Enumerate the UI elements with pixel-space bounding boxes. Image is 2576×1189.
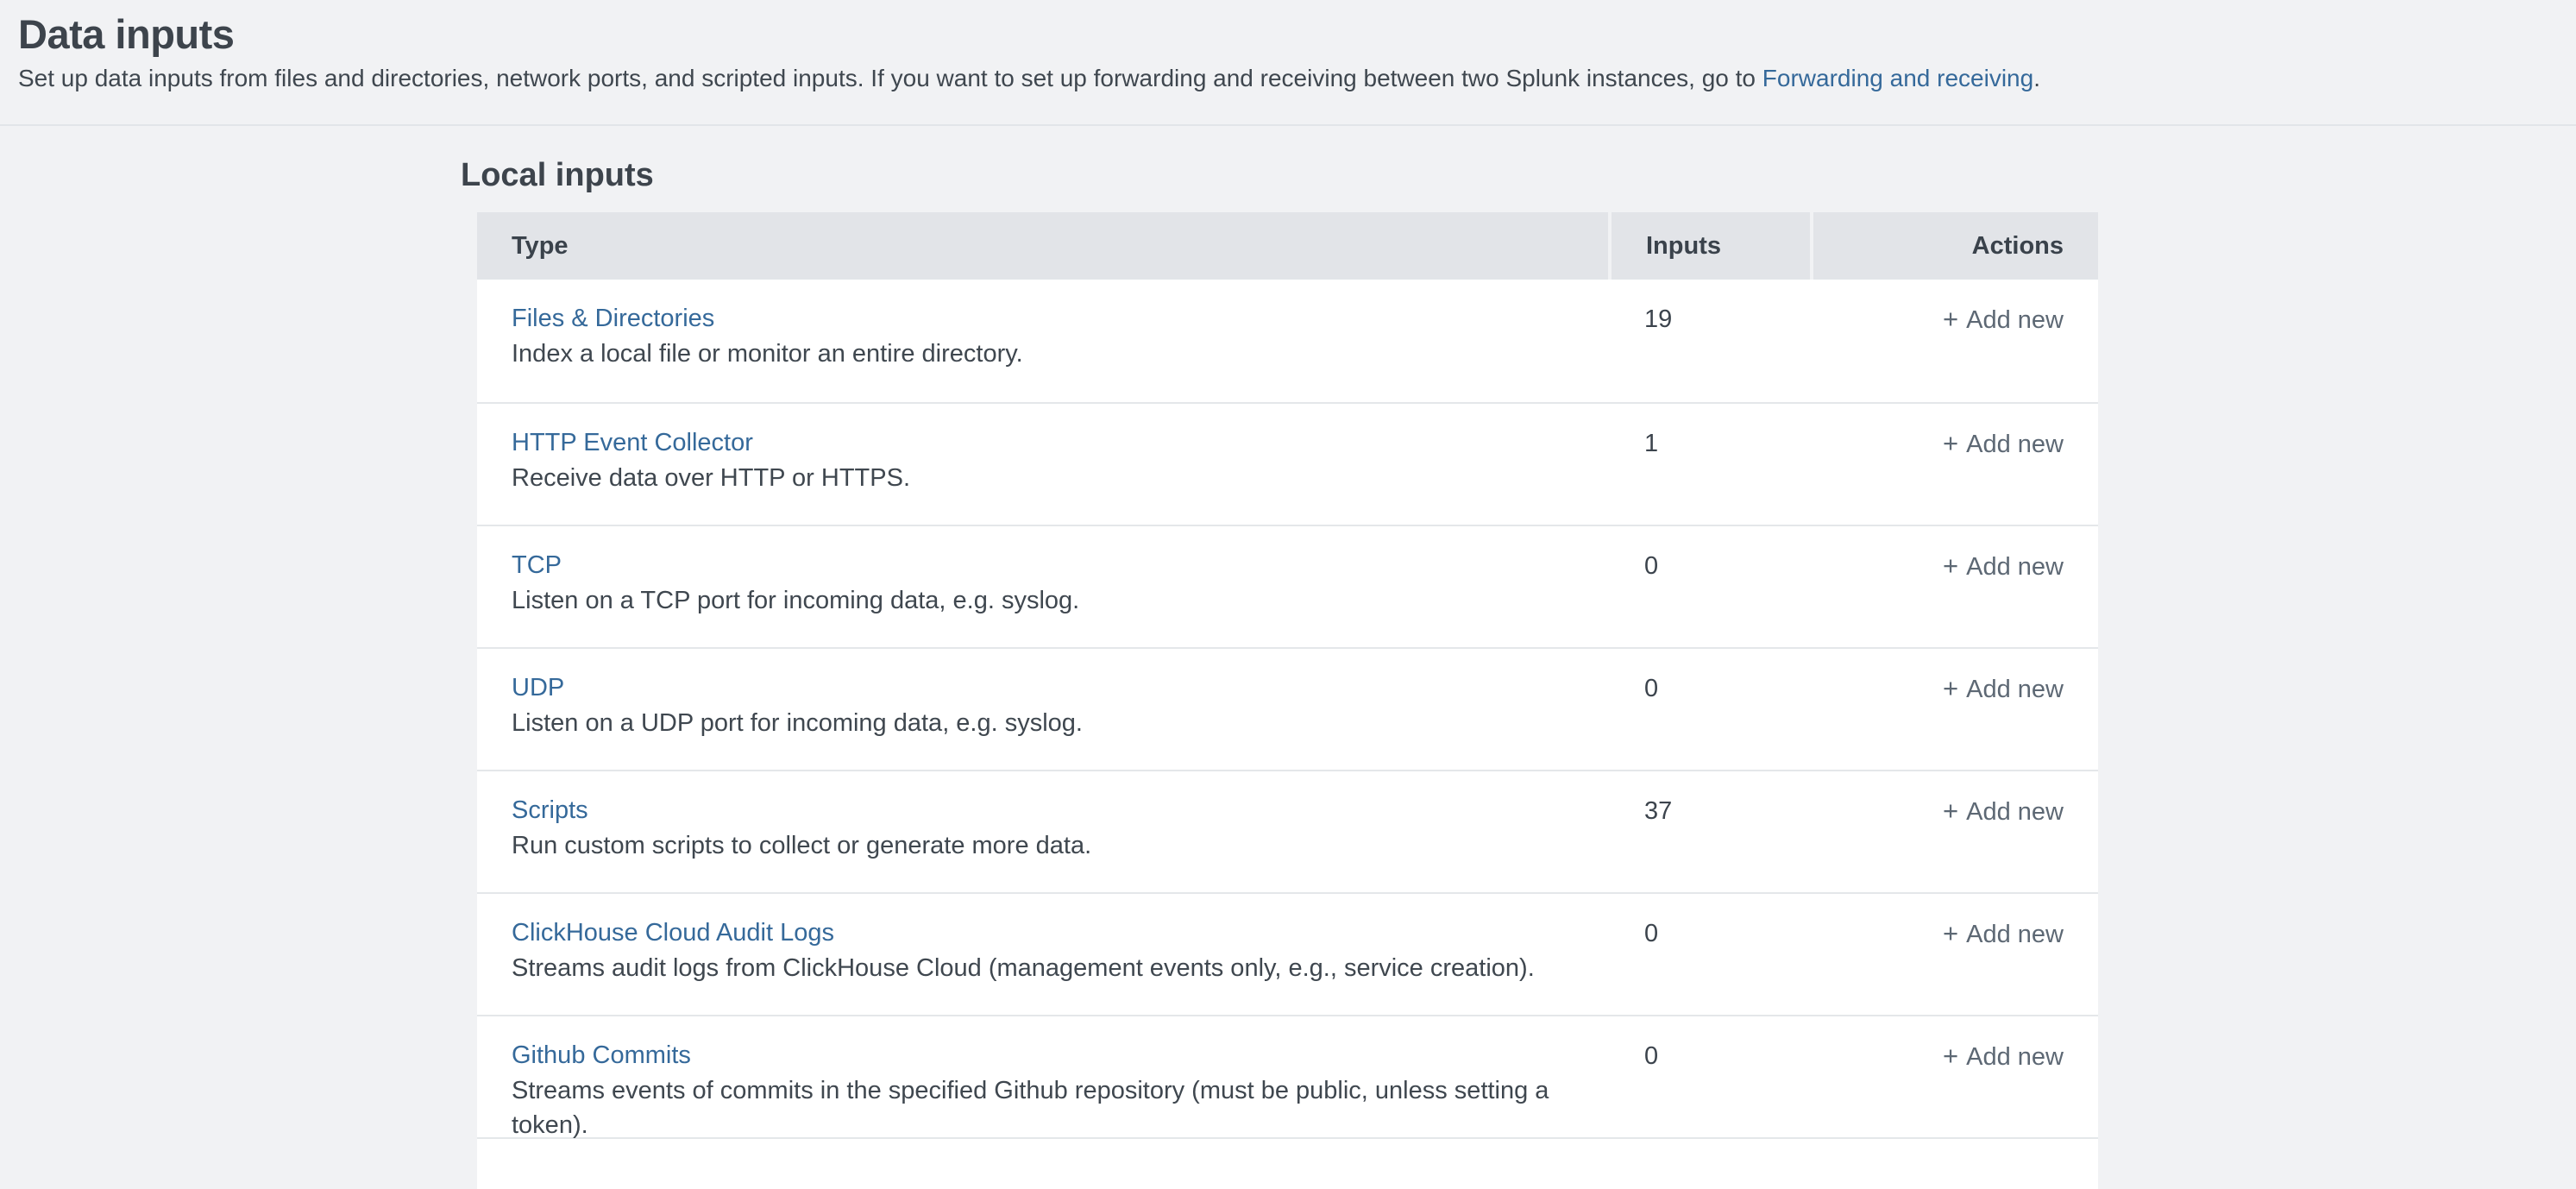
- add-new-link[interactable]: + Add new: [1943, 921, 2064, 948]
- forwarding-and-receiving-link[interactable]: Forwarding and receiving: [1762, 65, 2033, 91]
- input-type-description: Run custom scripts to collect or generat…: [512, 828, 1577, 863]
- input-type-description: Receive data over HTTP or HTTPS.: [512, 461, 1577, 495]
- inputs-count: 37: [1612, 771, 1813, 892]
- table-row: Files & Directories Index a local file o…: [477, 280, 2098, 402]
- plus-icon: +: [1943, 428, 1958, 458]
- add-new-link[interactable]: + Add new: [1943, 676, 2064, 703]
- inputs-count: 0: [1612, 1016, 1813, 1137]
- input-type-description: Listen on a UDP port for incoming data, …: [512, 706, 1577, 740]
- input-type-link[interactable]: HTTP Event Collector: [512, 425, 753, 461]
- inputs-count: 0: [1612, 526, 1813, 647]
- inputs-count: 19: [1612, 280, 1813, 402]
- inputs-count: 0: [1612, 894, 1813, 1015]
- local-inputs-table: Type Inputs Actions Files & Directories …: [477, 212, 2098, 1189]
- plus-icon: +: [1943, 304, 1958, 334]
- table-row-partial: [477, 1137, 2098, 1189]
- subtitle-suffix: .: [2033, 65, 2040, 91]
- column-header-actions: Actions: [1813, 212, 2098, 280]
- plus-icon: +: [1943, 673, 1958, 703]
- add-new-link[interactable]: + Add new: [1943, 306, 2064, 334]
- page-subtitle: Set up data inputs from files and direct…: [18, 63, 2541, 94]
- add-new-link[interactable]: + Add new: [1943, 553, 2064, 581]
- section-title: Local inputs: [461, 155, 2576, 195]
- inputs-count: 0: [1612, 649, 1813, 770]
- table-row: Github Commits Streams events of commits…: [477, 1015, 2098, 1137]
- input-type-link[interactable]: TCP: [512, 547, 562, 583]
- plus-icon: +: [1943, 550, 1958, 581]
- input-type-description: Streams audit logs from ClickHouse Cloud…: [512, 951, 1577, 985]
- plus-icon: +: [1943, 918, 1958, 948]
- inputs-count: 1: [1612, 404, 1813, 525]
- input-type-description: Streams events of commits in the specifi…: [512, 1073, 1577, 1142]
- input-type-link[interactable]: Files & Directories: [512, 300, 714, 337]
- plus-icon: +: [1943, 796, 1958, 826]
- input-type-link[interactable]: Scripts: [512, 792, 588, 828]
- table-row: TCP Listen on a TCP port for incoming da…: [477, 525, 2098, 647]
- table-body: Files & Directories Index a local file o…: [477, 280, 2098, 1189]
- main-content: Local inputs Type Inputs Actions Files &…: [0, 155, 2576, 1189]
- column-header-inputs: Inputs: [1612, 212, 1810, 280]
- add-new-label: Add new: [1966, 1043, 2064, 1071]
- column-header-type: Type: [477, 212, 1608, 280]
- subtitle-text: Set up data inputs from files and direct…: [18, 65, 1762, 91]
- table-row: ClickHouse Cloud Audit Logs Streams audi…: [477, 892, 2098, 1015]
- input-type-description: Index a local file or monitor an entire …: [512, 337, 1577, 371]
- add-new-label: Add new: [1966, 798, 2064, 826]
- table-row: HTTP Event Collector Receive data over H…: [477, 402, 2098, 525]
- plus-icon: +: [1943, 1041, 1958, 1071]
- table-row: UDP Listen on a UDP port for incoming da…: [477, 647, 2098, 770]
- add-new-label: Add new: [1966, 676, 2064, 703]
- table-header-row: Type Inputs Actions: [477, 212, 2098, 280]
- add-new-label: Add new: [1966, 921, 2064, 948]
- add-new-label: Add new: [1966, 306, 2064, 334]
- input-type-link[interactable]: ClickHouse Cloud Audit Logs: [512, 915, 834, 951]
- add-new-link[interactable]: + Add new: [1943, 798, 2064, 826]
- add-new-label: Add new: [1966, 431, 2064, 458]
- add-new-link[interactable]: + Add new: [1943, 1043, 2064, 1071]
- table-row: Scripts Run custom scripts to collect or…: [477, 770, 2098, 892]
- input-type-description: Listen on a TCP port for incoming data, …: [512, 583, 1577, 618]
- add-new-label: Add new: [1966, 553, 2064, 581]
- add-new-link[interactable]: + Add new: [1943, 431, 2064, 458]
- input-type-link[interactable]: UDP: [512, 670, 564, 706]
- page-title: Data inputs: [18, 10, 2541, 59]
- page-header: Data inputs Set up data inputs from file…: [0, 0, 2576, 126]
- input-type-link[interactable]: Github Commits: [512, 1037, 691, 1073]
